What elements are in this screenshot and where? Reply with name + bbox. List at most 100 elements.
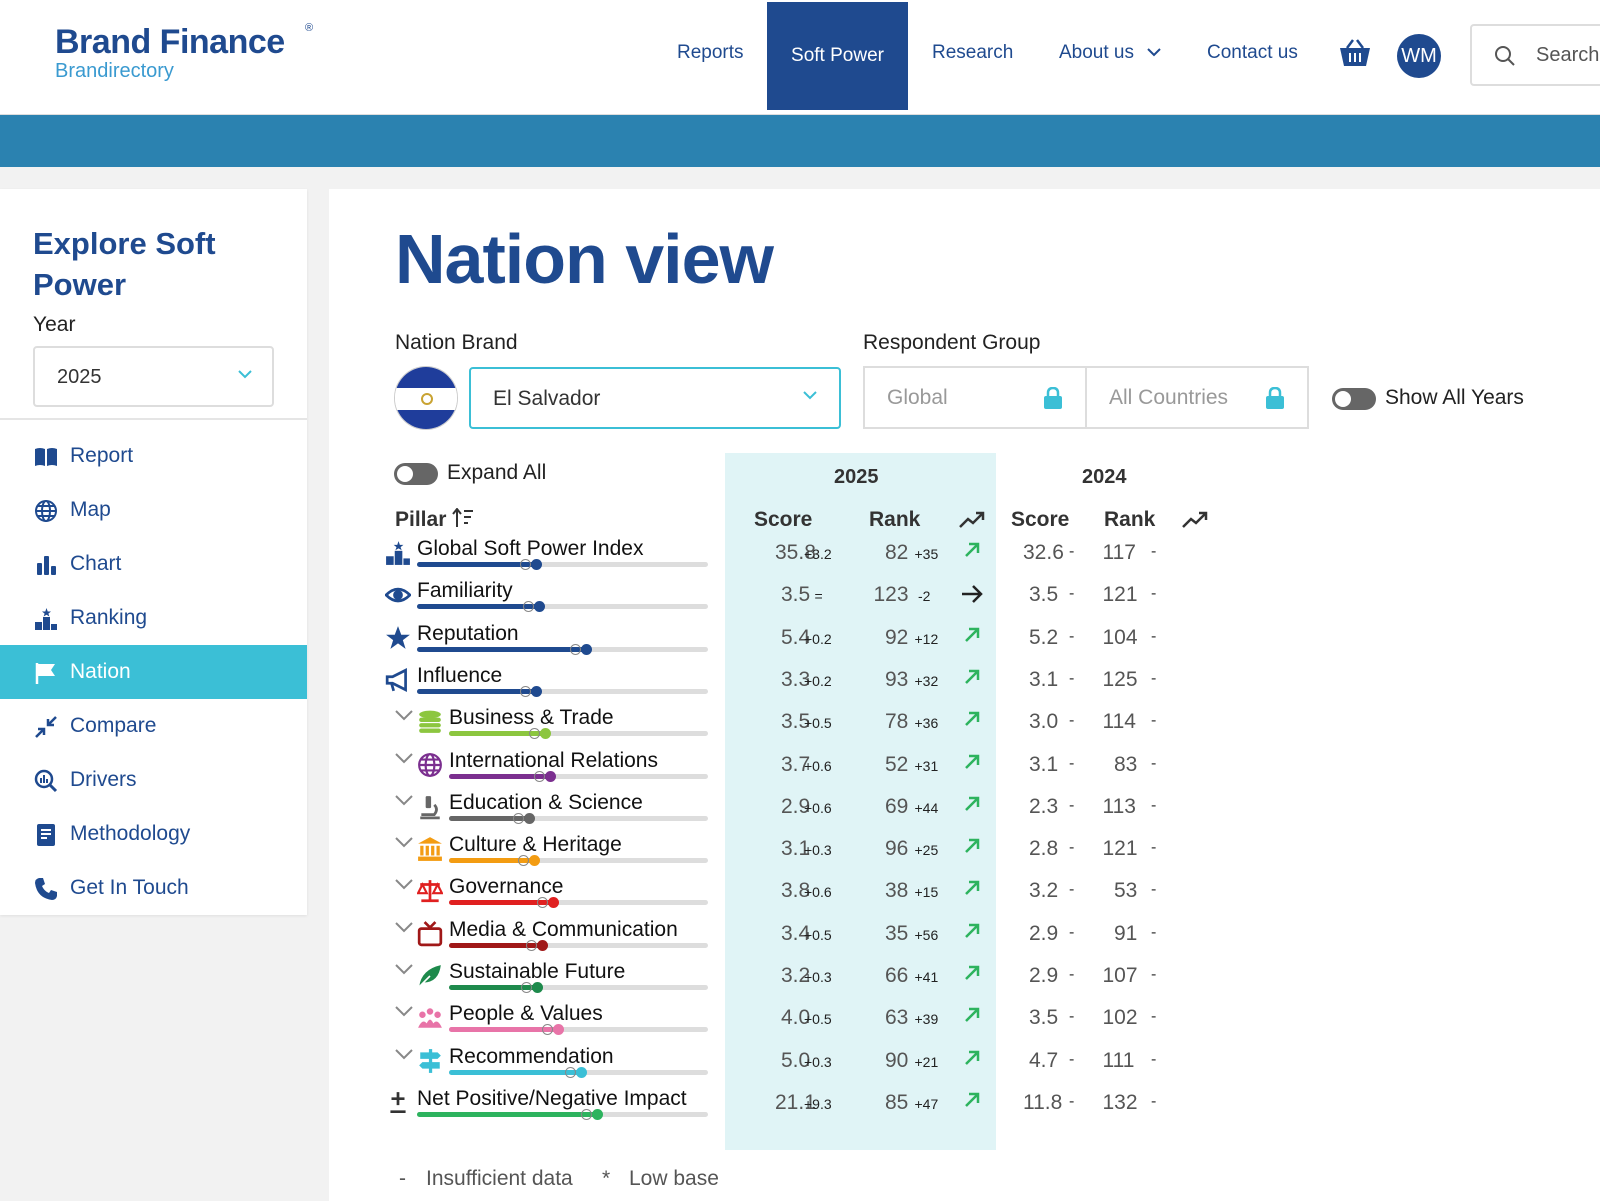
- sidebar-item-drivers[interactable]: Drivers: [0, 753, 307, 807]
- year-select[interactable]: 2025: [33, 346, 274, 407]
- pillar-score-bar: [449, 982, 708, 993]
- sidebar-item-compare[interactable]: Compare: [0, 699, 307, 753]
- chevron-down-icon[interactable]: [395, 879, 413, 890]
- sidebar-item-label: Ranking: [70, 606, 148, 629]
- rank-2025-change: +56: [914, 926, 939, 943]
- sidebar-item-label: Drivers: [70, 768, 137, 791]
- chevron-down-icon[interactable]: [395, 837, 413, 848]
- score-2025-change: +0.6: [804, 884, 832, 901]
- pillar-row[interactable]: Media & Communication 3.4 +0.5 35 +56 2.9-91…: [329, 910, 1600, 953]
- rank-2024: 53: [1114, 879, 1138, 903]
- search-box[interactable]: Search: [1470, 24, 1600, 86]
- sidebar-item-chart[interactable]: Chart: [0, 537, 307, 591]
- score-2025: 3.5: [781, 583, 811, 607]
- legend-star-symbol: *: [602, 1167, 611, 1190]
- scales-icon: [417, 880, 443, 903]
- chevron-down-icon[interactable]: [395, 795, 413, 806]
- pillar-row[interactable]: Education & Science 2.9 +0.6 69 +44 2.3-113-: [329, 783, 1600, 826]
- sidebar-item-nation[interactable]: Nation: [0, 645, 307, 699]
- chevron-down-icon[interactable]: [395, 710, 413, 721]
- previous-score-marker: [520, 685, 531, 697]
- arrow-up-right-icon: [965, 881, 980, 896]
- pillar-row[interactable]: Business & Trade 3.5 +0.5 78 +36 3.0-114-: [329, 698, 1600, 741]
- rank-2024-change: -: [1151, 966, 1157, 983]
- score-2024: 2.9: [1029, 921, 1059, 945]
- chevron-down-icon[interactable]: [395, 964, 413, 975]
- sidebar-item-label: Nation: [70, 660, 131, 683]
- rank-2025: 96: [885, 837, 909, 861]
- rank-2024-change: -: [1151, 1008, 1157, 1026]
- pillar-score-fill: [417, 562, 536, 567]
- arrow-up-right-icon: [965, 711, 980, 727]
- nav-about-us[interactable]: About us: [1059, 42, 1161, 64]
- score-2024-change: -: [1069, 923, 1075, 941]
- sidebar-title: Explore Soft Power: [33, 226, 216, 302]
- year-2025-header: 2025: [834, 466, 879, 488]
- rank-2024: 117: [1102, 541, 1136, 564]
- pillar-score-bar: [417, 559, 708, 570]
- pillar-score-fill: [417, 646, 586, 652]
- year-2024-header: 2024: [1082, 466, 1127, 488]
- pillar-row[interactable]: Sustainable Future 3.2 +0.3 66 +41 2.9-107-: [329, 952, 1600, 995]
- score-2024: 3.1: [1029, 667, 1059, 691]
- pillar-score-bar: [417, 685, 708, 697]
- nav-contact-us[interactable]: Contact us: [1207, 42, 1298, 64]
- rank-2025-change: +25: [914, 842, 939, 859]
- rank-2025-change: +44: [914, 799, 939, 816]
- sidebar-item-map[interactable]: Map: [0, 483, 307, 537]
- show-all-years-toggle[interactable]: [1332, 388, 1376, 410]
- pillar-row[interactable]: International Relations 3.7 +0.6 52 +31 3.1-…: [329, 741, 1600, 784]
- brand-logo[interactable]: Brand Finance ® Brandirectory: [55, 22, 313, 82]
- sidebar-item-label: Compare: [70, 714, 157, 737]
- pillar-score-bar: [449, 1066, 708, 1078]
- nav-research[interactable]: Research: [932, 42, 1013, 64]
- rank-2024: 132: [1102, 1090, 1138, 1114]
- pillar-row[interactable]: Recommendation 5.0 +0.3 90 +21 4.7-111-: [329, 1037, 1600, 1080]
- current-score-marker: [545, 770, 556, 782]
- sidebar-item-report[interactable]: Report: [0, 429, 307, 483]
- chevron-down-icon[interactable]: [395, 921, 413, 933]
- rank-2025-change: +47: [914, 1095, 939, 1112]
- score-2025-change: +9.3: [804, 1095, 832, 1112]
- pillar-score-bar: [417, 1108, 708, 1120]
- respondent-all-countries-option[interactable]: All Countries: [1085, 366, 1309, 429]
- pillar-row[interactable]: People & Values 4.0 +0.5 63 +39 3.5-102-: [329, 994, 1600, 1037]
- user-avatar[interactable]: WM: [1397, 34, 1441, 78]
- globe-icon: [418, 752, 442, 777]
- previous-score-marker: [570, 643, 581, 655]
- star-icon: [386, 625, 410, 649]
- rank-2024-change: -: [1151, 839, 1157, 857]
- expand-all-toggle[interactable]: [394, 463, 438, 485]
- score-2025-change: +0.5: [804, 926, 832, 943]
- current-score-marker: [524, 812, 535, 824]
- nav-reports[interactable]: Reports: [677, 42, 744, 64]
- sidebar-item-methodology[interactable]: Methodology: [0, 807, 307, 861]
- sidebar-item-ranking[interactable]: Ranking: [0, 591, 307, 645]
- basket-icon[interactable]: [1338, 38, 1372, 68]
- score-2024-change: -: [1069, 1008, 1075, 1026]
- globe-icon: [35, 500, 57, 522]
- pillar-row: Reputation 5.4 +0.2 92 +12 5.2-104-: [329, 614, 1600, 657]
- sidebar-item-label: Report: [70, 444, 134, 467]
- chevron-down-icon[interactable]: [395, 752, 413, 764]
- rank-2024: 125: [1102, 667, 1138, 691]
- arrow-up-right-icon: [965, 627, 980, 642]
- arrow-up-right-icon: [965, 965, 980, 980]
- previous-score-marker: [542, 1024, 553, 1036]
- nation-brand-select[interactable]: El Salvador: [469, 367, 841, 429]
- score-2024-change: -: [1069, 543, 1075, 560]
- chevron-down-icon[interactable]: [395, 1006, 413, 1017]
- respondent-group-label: Respondent Group: [863, 331, 1041, 354]
- sidebar-item-label: Chart: [70, 552, 122, 575]
- pillar-name: International Relations: [449, 748, 658, 772]
- pillar-row[interactable]: Governance 3.8 +0.6 38 +15 3.2-53-: [329, 867, 1600, 910]
- sidebar-item-get-in-touch[interactable]: Get In Touch: [0, 861, 307, 915]
- el-salvador-flag-icon: [394, 366, 458, 430]
- pillar-row[interactable]: Culture & Heritage 3.1 +0.3 96 +25 2.8-121-: [329, 825, 1600, 868]
- score-2024-change: -: [1069, 1050, 1075, 1068]
- chevron-down-icon[interactable]: [395, 1048, 413, 1060]
- respondent-global-option[interactable]: Global: [863, 366, 1087, 429]
- nav-soft-power[interactable]: Soft Power: [767, 2, 908, 110]
- previous-score-marker: [581, 1108, 592, 1120]
- pillar-header-label: Pillar: [395, 508, 447, 531]
